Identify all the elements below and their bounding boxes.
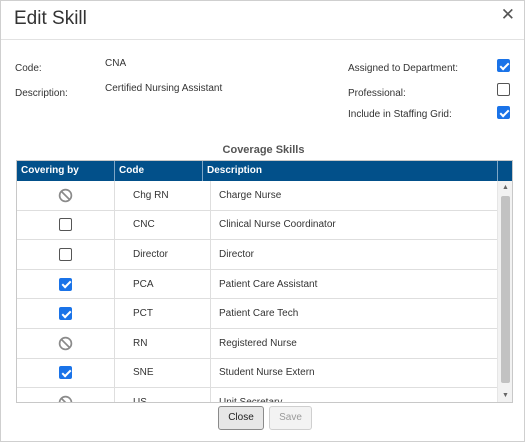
description-label: Description: [15, 88, 68, 99]
description-cell: Charge Nurse [219, 189, 282, 201]
dialog-title: Edit Skill [14, 8, 87, 29]
table-row: Chg RN Charge Nurse [17, 181, 498, 211]
grid-header: Covering by Code Description [17, 161, 512, 181]
no-entry-icon [58, 188, 73, 203]
covering-by-checkbox[interactable] [59, 247, 72, 261]
save-button[interactable]: Save [269, 406, 312, 430]
coverage-skills-title: Coverage Skills [222, 144, 305, 156]
covering-by-cell [17, 299, 115, 328]
code-cell: PCA [115, 269, 211, 299]
description-cell: Patient Care Tech [219, 308, 299, 320]
code-cell: PCT [115, 299, 211, 328]
covering-by-cell [17, 181, 115, 210]
covering-by-checkbox[interactable] [59, 277, 72, 291]
grid-scrollbar[interactable]: ▲ ▼ [497, 181, 512, 402]
code-cell: CNC [115, 210, 211, 240]
code-cell: Director [115, 240, 211, 269]
covering-by-cell [17, 358, 115, 388]
code-cell: SNE [115, 358, 211, 388]
code-cell: RN [115, 328, 211, 358]
column-header-covering-by[interactable]: Covering by [17, 161, 115, 181]
table-row: Director Director [17, 240, 498, 270]
chevron-down-icon[interactable]: ▼ [498, 389, 512, 402]
covering-by-cell [17, 328, 115, 358]
chevron-up-icon[interactable]: ▲ [498, 181, 512, 194]
include-in-staffing-grid-checkbox[interactable] [497, 106, 510, 119]
code-cell: Chg RN [115, 181, 211, 210]
edit-skill-dialog: Edit Skill ✕ Code: CNA Description: Cert… [0, 0, 525, 442]
table-row: RN Registered Nurse [17, 328, 498, 359]
scrollbar-thumb[interactable] [501, 196, 510, 383]
description-cell: Patient Care Assistant [219, 278, 318, 290]
close-button[interactable]: Close [218, 406, 264, 430]
table-row: US Unit Secretary [17, 388, 498, 403]
covering-by-checkbox[interactable] [59, 366, 72, 380]
covering-by-checkbox[interactable] [59, 307, 72, 321]
professional-label: Professional: [348, 88, 406, 99]
description-cell: Registered Nurse [219, 337, 297, 349]
covering-by-cell [17, 388, 115, 402]
include-in-staffing-grid-label: Include in Staffing Grid: [348, 109, 452, 120]
code-value: CNA [105, 58, 127, 69]
dialog-titlebar: Edit Skill ✕ [1, 1, 524, 40]
grid-rows: Chg RN Charge Nurse CNC Clinical Nurse Coor… [17, 181, 498, 403]
table-row: SNE Student Nurse Extern [17, 358, 498, 389]
description-cell: Student Nurse Extern [219, 367, 315, 379]
covering-by-cell [17, 210, 115, 240]
table-row: CNC Clinical Nurse Coordinator [17, 210, 498, 241]
column-header-description[interactable]: Description [203, 161, 498, 181]
code-cell: US [115, 388, 211, 402]
description-cell: Clinical Nurse Coordinator [219, 219, 336, 231]
table-row: PCT Patient Care Tech [17, 299, 498, 329]
covering-by-checkbox[interactable] [59, 218, 72, 232]
coverage-skills-grid: Covering by Code Description Chg RN Charg… [16, 160, 513, 403]
no-entry-icon [58, 336, 73, 351]
assigned-to-department-checkbox[interactable] [497, 59, 510, 72]
code-label: Code: [15, 63, 42, 74]
covering-by-cell [17, 269, 115, 299]
description-cell: Unit Secretary [219, 396, 283, 403]
covering-by-cell [17, 240, 115, 269]
description-cell: Director [219, 248, 255, 260]
close-icon[interactable]: ✕ [501, 5, 515, 25]
no-entry-icon [58, 395, 73, 402]
description-value: Certified Nursing Assistant [105, 83, 223, 94]
assigned-to-department-label: Assigned to Department: [348, 63, 459, 74]
professional-checkbox[interactable] [497, 83, 510, 96]
table-row: PCA Patient Care Assistant [17, 269, 498, 300]
column-header-code[interactable]: Code [115, 161, 203, 181]
